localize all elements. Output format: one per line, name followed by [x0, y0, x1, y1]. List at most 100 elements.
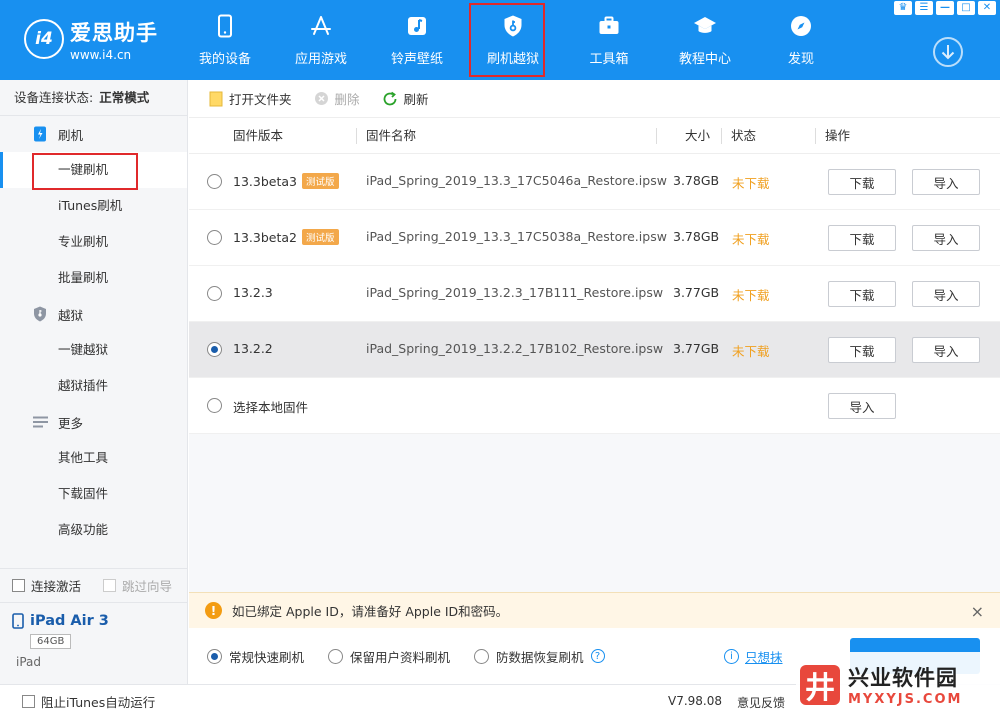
- mode-radio[interactable]: [474, 648, 490, 664]
- firmware-radio[interactable]: [207, 174, 222, 189]
- firmware-status: 未下载: [732, 176, 770, 191]
- nav-label: 工具箱: [589, 52, 629, 67]
- sidebar-item-one-click-flash[interactable]: 一键刷机: [0, 152, 187, 190]
- nav-discover[interactable]: 发现: [753, 0, 849, 80]
- sidebar-item-other-tools[interactable]: 其他工具: [0, 440, 187, 476]
- firmware-version: 13.2.2: [233, 341, 273, 356]
- main-nav: 我的设备 应用游戏 铃声壁纸 刷机越狱 工具箱 教程中心 发现: [177, 0, 849, 80]
- phone-icon: [218, 14, 232, 38]
- local-import-button[interactable]: 导入: [828, 393, 896, 419]
- mode-keep-data-flash[interactable]: 保留用户资料刷机: [328, 647, 450, 666]
- erase-only-link[interactable]: i 只想抹: [724, 647, 783, 666]
- skin-button[interactable]: ♛: [894, 1, 912, 15]
- notice-close-icon[interactable]: ×: [971, 602, 984, 621]
- device-name: iPad Air 3: [30, 613, 109, 629]
- mode-quick-flash[interactable]: 常规快速刷机: [207, 647, 304, 666]
- info-icon: i: [724, 649, 739, 664]
- firmware-status: 未下载: [732, 232, 770, 247]
- app-logo: i4 爱思助手 www.i4.cn: [24, 16, 158, 62]
- menu-icon: [32, 414, 48, 430]
- import-button[interactable]: 导入: [912, 337, 980, 363]
- sidebar-item-itunes-flash[interactable]: iTunes刷机: [0, 188, 187, 224]
- device-card[interactable]: iPad Air 3 64GB iPad: [0, 602, 187, 684]
- block-itunes-checkbox[interactable]: [22, 694, 35, 708]
- sidebar-item-jailbreak-plugins[interactable]: 越狱插件: [0, 368, 187, 404]
- download-button[interactable]: 下载: [828, 281, 896, 307]
- nav-toolbox[interactable]: 工具箱: [561, 0, 657, 80]
- col-size: 大小: [656, 118, 710, 154]
- sidebar-item-batch-flash[interactable]: 批量刷机: [0, 260, 187, 296]
- mode-anti-recovery-flash[interactable]: 防数据恢复刷机 ?: [474, 647, 605, 666]
- firmware-radio[interactable]: [207, 342, 222, 357]
- logo-badge: i4: [24, 19, 64, 59]
- firmware-row[interactable]: 13.3beta3 测试版 iPad_Spring_2019_13.3_17C50…: [189, 154, 1000, 210]
- help-icon[interactable]: ?: [590, 649, 605, 663]
- sidebar-item-pro-flash[interactable]: 专业刷机: [0, 224, 187, 260]
- device-capacity: 64GB: [30, 634, 72, 649]
- firmware-version: 13.3beta2: [233, 230, 297, 245]
- app-version: V7.98.08: [668, 694, 723, 708]
- import-button[interactable]: 导入: [912, 225, 980, 251]
- top-bar: i4 爱思助手 www.i4.cn 我的设备 应用游戏 铃声壁纸 刷机越狱 工具…: [0, 0, 1000, 80]
- download-button[interactable]: 下载: [828, 225, 896, 251]
- nav-label: 刷机越狱: [486, 52, 539, 67]
- skip-guide-checkbox[interactable]: [103, 579, 117, 592]
- nav-tutorials[interactable]: 教程中心: [657, 0, 753, 80]
- music-icon: [408, 17, 426, 35]
- firmware-table-header: 固件版本 固件名称 大小 状态 操作: [189, 118, 1000, 154]
- close-button[interactable]: ✕: [978, 1, 996, 15]
- sidebar-item-advanced[interactable]: 高级功能: [0, 512, 187, 548]
- download-button[interactable]: 下载: [828, 169, 896, 195]
- open-folder-button[interactable]: 打开文件夹: [209, 89, 292, 108]
- minimize-button[interactable]: —: [936, 1, 954, 15]
- firmware-row[interactable]: 13.3beta2 测试版 iPad_Spring_2019_13.3_17C50…: [189, 210, 1000, 266]
- firmware-status: 未下载: [732, 288, 770, 303]
- feedback-link[interactable]: 意见反馈: [737, 694, 785, 711]
- watermark-name: 兴业软件园: [848, 666, 958, 690]
- sidebar-group-jailbreak[interactable]: 越狱: [0, 296, 187, 332]
- refresh-button[interactable]: 刷新: [382, 89, 429, 108]
- mode-radio[interactable]: [328, 648, 344, 664]
- download-manager-button[interactable]: [933, 37, 963, 67]
- firmware-version: 13.3beta3: [233, 174, 297, 189]
- main-panel: 打开文件夹 删除 刷新 固件版本 固件名称 大小 状态 操作 13.3beta3…: [189, 80, 1000, 684]
- download-button[interactable]: 下载: [828, 337, 896, 363]
- mode-label: 防数据恢复刷机: [496, 649, 584, 665]
- nav-apps-games[interactable]: 应用游戏: [273, 0, 369, 80]
- sidebar-group-flash[interactable]: 刷机: [0, 116, 187, 152]
- graduation-cap-icon: [694, 17, 716, 33]
- firmware-row[interactable]: 13.2.3 iPad_Spring_2019_13.2.3_17B111_Re…: [189, 266, 1000, 322]
- firmware-filename: iPad_Spring_2019_13.2.2_17B102_Restore.i…: [366, 341, 664, 356]
- sidebar-group-more[interactable]: 更多: [0, 404, 187, 440]
- skip-guide-label: 跳过向导: [122, 579, 173, 594]
- activation-options: 连接激活 跳过向导: [0, 568, 187, 602]
- nav-label: 教程中心: [678, 52, 731, 67]
- import-button[interactable]: 导入: [912, 281, 980, 307]
- local-firmware-radio[interactable]: [207, 398, 222, 413]
- auto-activate-checkbox[interactable]: [12, 579, 25, 592]
- nav-my-device[interactable]: 我的设备: [177, 0, 273, 80]
- sidebar-item-download-firmware[interactable]: 下载固件: [0, 476, 187, 512]
- open-folder-label: 打开文件夹: [229, 92, 292, 107]
- nav-flash-jailbreak[interactable]: 刷机越狱: [465, 0, 561, 80]
- firmware-size: 3.77GB: [673, 341, 720, 356]
- firmware-radio[interactable]: [207, 286, 222, 301]
- connection-status-value: 正常模式: [99, 90, 150, 105]
- firmware-filename: iPad_Spring_2019_13.2.3_17B111_Restore.i…: [366, 285, 664, 300]
- maximize-button[interactable]: □: [957, 1, 975, 15]
- mode-radio[interactable]: [207, 648, 222, 664]
- device-type: iPad: [16, 655, 42, 669]
- flash-icon: [32, 126, 48, 142]
- window-controls: ♛ ☰ — □ ✕: [894, 1, 996, 15]
- firmware-row-selected[interactable]: 13.2.2 iPad_Spring_2019_13.2.2_17B102_Re…: [189, 322, 1000, 378]
- menu-button[interactable]: ☰: [915, 1, 933, 15]
- delete-button[interactable]: 删除: [314, 89, 360, 108]
- sidebar-item-one-click-jailbreak[interactable]: 一键越狱: [0, 332, 187, 368]
- col-status: 状态: [721, 118, 815, 154]
- beta-tag: 测试版: [301, 229, 339, 245]
- local-firmware-row[interactable]: 选择本地固件 导入: [189, 378, 1000, 434]
- nav-ringtones-wallpapers[interactable]: 铃声壁纸: [369, 0, 465, 80]
- import-button[interactable]: 导入: [912, 169, 980, 195]
- firmware-radio[interactable]: [207, 230, 222, 245]
- col-action: 操作: [815, 118, 925, 154]
